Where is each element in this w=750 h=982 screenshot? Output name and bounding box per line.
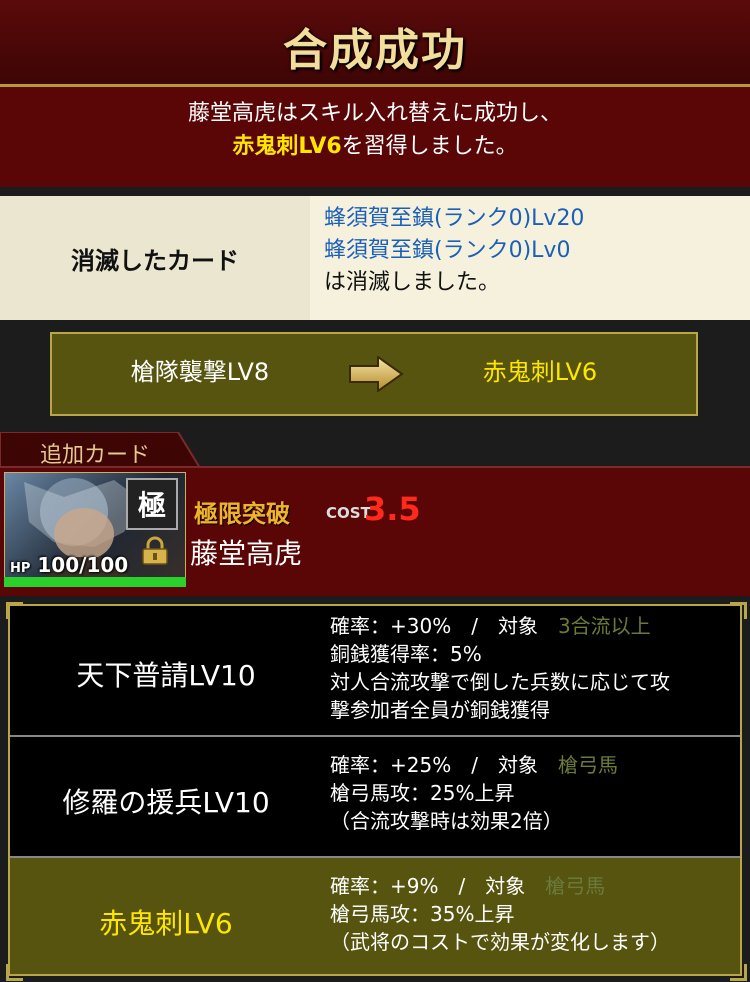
skill-description: 確率：+30% / 対象 3合流以上 銅銭獲得率：5% 対人合流攻撃で倒した兵数… bbox=[330, 612, 670, 724]
skill-row-2[interactable]: 修羅の援兵LV10 確率：+25% / 対象 槍弓馬 槍弓馬攻：25%上昇 （合… bbox=[10, 737, 740, 855]
skill-description: 確率：+25% / 対象 槍弓馬 槍弓馬攻：25%上昇 （合流攻撃時は効果2倍） bbox=[330, 751, 618, 835]
rank-badge: 極 bbox=[126, 478, 178, 530]
result-message: 藤堂高虎はスキル入れ替えに成功し、 赤鬼刺LV6を習得しました。 bbox=[0, 87, 750, 187]
skill-desc-line: 撃参加者全員が銅銭獲得 bbox=[330, 698, 550, 722]
skill-name: 赤鬼刺LV6 bbox=[99, 907, 233, 940]
skill-desc-line: 槍弓馬攻：35%上昇 bbox=[330, 902, 515, 926]
skill-desc-line: （武将のコストで効果が変化します） bbox=[330, 930, 670, 954]
skill-name: 修羅の援兵LV10 bbox=[62, 786, 270, 819]
skill-rate-line: 確率：+25% / 対象 bbox=[330, 753, 538, 777]
limit-break-status: 極限突破 bbox=[194, 499, 290, 528]
skill-desc-line: 銅銭獲得率：5% bbox=[330, 642, 482, 666]
message-line-2-suffix: を習得しました。 bbox=[341, 134, 518, 159]
new-skill: 赤鬼刺LV6 bbox=[482, 358, 598, 386]
skill-row-1[interactable]: 天下普請LV10 確率：+30% / 対象 3合流以上 銅銭獲得率：5% 対人合… bbox=[10, 610, 740, 734]
skill-target: 槍弓馬 bbox=[557, 753, 618, 777]
consumed-cards-list: 蜂須賀至鎮(ランク0)Lv20 蜂須賀至鎮(ランク0)Lv0 は消滅しました。 bbox=[324, 203, 584, 299]
hp-bar bbox=[4, 577, 186, 587]
skill-desc-line: 対人合流攻撃で倒した兵数に応じて攻 bbox=[330, 670, 670, 694]
consumed-card-2[interactable]: 蜂須賀至鎮(ランク0)Lv0 bbox=[324, 235, 584, 267]
consumed-card-1[interactable]: 蜂須賀至鎮(ランク0)Lv20 bbox=[324, 203, 584, 235]
lock-icon[interactable] bbox=[140, 536, 170, 566]
skill-desc-line: 槍弓馬攻：25%上昇 bbox=[330, 781, 515, 805]
skill-target: 槍弓馬 bbox=[545, 874, 606, 898]
message-line-1: 藤堂高虎はスキル入れ替えに成功し、 bbox=[187, 101, 562, 126]
acquired-skill-name: 赤鬼刺LV6 bbox=[232, 134, 342, 159]
skill-name: 天下普請LV10 bbox=[76, 659, 256, 692]
hp-value: 100/100 bbox=[37, 553, 129, 577]
cost-value: 3.5 bbox=[364, 490, 421, 528]
skill-description: 確率：+9% / 対象 槍弓馬 槍弓馬攻：35%上昇 （武将のコストで効果が変化… bbox=[330, 872, 670, 956]
skill-rate-line: 確率：+30% / 対象 bbox=[330, 614, 538, 638]
hp-readout: HP 100/100 bbox=[10, 553, 128, 577]
old-skill: 槍隊襲撃LV8 bbox=[130, 358, 270, 386]
added-card-tab-label: 追加カード bbox=[40, 443, 151, 468]
skill-row-3[interactable]: 赤鬼刺LV6 確率：+9% / 対象 槍弓馬 槍弓馬攻：35%上昇 （武将のコス… bbox=[10, 858, 740, 974]
skill-target: 3合流以上 bbox=[557, 614, 651, 638]
message-line-2: 赤鬼刺LV6を習得しました。 bbox=[0, 130, 750, 163]
card-general-name: 藤堂高虎 bbox=[190, 537, 303, 570]
consumed-cards-label: 消滅したカード bbox=[0, 196, 310, 320]
consumed-suffix: は消滅しました。 bbox=[324, 270, 501, 295]
hp-label: HP bbox=[10, 561, 31, 576]
skill-desc-line: （合流攻撃時は効果2倍） bbox=[330, 809, 563, 833]
page-title: 合成成功 bbox=[283, 25, 467, 76]
skill-rate-line: 確率：+9% / 対象 bbox=[330, 874, 526, 898]
